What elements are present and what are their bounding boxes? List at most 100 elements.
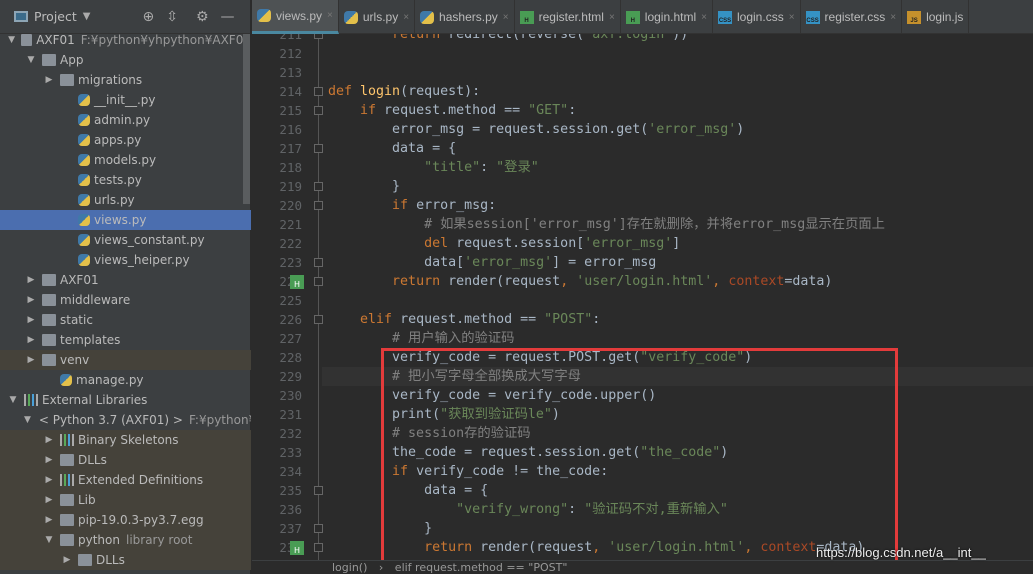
fold-marker-icon[interactable]: [314, 486, 323, 495]
collapse-icon[interactable]: ⇳: [166, 9, 178, 25]
expand-arrow-closed-icon[interactable]: ▶: [42, 475, 56, 485]
tree-item[interactable]: ▼ < Python 3.7 (AXF01) > F:¥python¥: [0, 410, 251, 430]
crosshair-icon[interactable]: ⊕: [142, 9, 154, 25]
tree-item[interactable]: views_constant.py: [0, 230, 251, 250]
code-token: "POST": [544, 312, 593, 327]
tree-item[interactable]: ▶ DLLs: [0, 550, 251, 570]
tree-item-label: Binary Skeletons: [78, 433, 179, 447]
tree-item[interactable]: ▶ venv: [0, 350, 251, 370]
fold-marker-icon[interactable]: [314, 543, 323, 552]
tree-item[interactable]: ▼ External Libraries: [0, 390, 251, 410]
expand-arrow-closed-icon[interactable]: ▶: [42, 455, 56, 465]
expand-arrow-open-icon[interactable]: ▼: [6, 35, 17, 45]
code-line: def login(request):: [328, 82, 480, 101]
tree-item[interactable]: ▶ DLLs: [0, 450, 251, 470]
tree-item[interactable]: ▶ middleware: [0, 290, 251, 310]
expand-arrow-closed-icon[interactable]: ▶: [24, 315, 38, 325]
code-token: ] = error_msg: [552, 255, 657, 270]
tree-item[interactable]: ▼ App: [0, 50, 251, 70]
tree-item[interactable]: manage.py: [0, 370, 251, 390]
close-tab-icon[interactable]: ×: [403, 12, 409, 23]
tab-register-html[interactable]: Hregister.html ×: [515, 0, 621, 34]
project-view-selector[interactable]: Project: [34, 9, 77, 24]
tree-item[interactable]: views.py: [0, 210, 251, 230]
fold-marker-icon[interactable]: [314, 201, 323, 210]
fold-marker-icon[interactable]: [314, 87, 323, 96]
expand-arrow-closed-icon[interactable]: ▶: [24, 335, 38, 345]
tree-item[interactable]: urls.py: [0, 190, 251, 210]
fold-marker-icon[interactable]: [314, 277, 323, 286]
html-template-link-icon[interactable]: H: [290, 541, 304, 555]
py-file-icon: [343, 10, 358, 24]
close-tab-icon[interactable]: ×: [701, 12, 707, 23]
tree-item[interactable]: models.py: [0, 150, 251, 170]
code-line: "title": "登录": [328, 158, 539, 177]
fold-marker-icon[interactable]: [314, 144, 323, 153]
fold-marker-icon[interactable]: [314, 258, 323, 267]
tab-register-css[interactable]: CSS register.css ×: [801, 0, 903, 34]
tree-item[interactable]: ▶ AXF01: [0, 270, 251, 290]
code-token: context: [728, 274, 785, 289]
code-token: return: [392, 274, 441, 289]
code-line: return render(request, 'user/login.html'…: [328, 272, 832, 291]
tree-item[interactable]: ▼ AXF01 F:¥python¥yhpython¥AXF01: [0, 30, 251, 50]
tree-item[interactable]: ▶ templates: [0, 330, 251, 350]
tree-item[interactable]: ▶ pip-19.0.3-py3.7.egg: [0, 510, 251, 530]
expand-arrow-closed-icon[interactable]: ▶: [42, 495, 56, 505]
tree-item[interactable]: admin.py: [0, 110, 251, 130]
tree-item[interactable]: ▶ static: [0, 310, 251, 330]
tree-item[interactable]: apps.py: [0, 130, 251, 150]
expand-arrow-open-icon[interactable]: ▼: [24, 55, 38, 65]
tree-item[interactable]: __init__.py: [0, 90, 251, 110]
html-template-link-icon[interactable]: H: [290, 275, 304, 289]
expand-arrow-closed-icon[interactable]: ▶: [24, 295, 38, 305]
line-number: 217: [279, 141, 302, 156]
tab-login-js[interactable]: JS login.js: [902, 0, 970, 34]
expand-arrow-open-icon[interactable]: ▼: [24, 415, 31, 425]
tab-label: urls.py: [362, 10, 399, 24]
python-file-icon: [78, 134, 90, 146]
breadcrumb-item-branch[interactable]: elif request.method == "POST": [395, 561, 568, 574]
folder-icon: [42, 354, 56, 366]
close-tab-icon[interactable]: ×: [503, 12, 509, 23]
fold-marker-icon[interactable]: [314, 182, 323, 191]
expand-arrow-closed-icon[interactable]: ▶: [24, 355, 38, 365]
fold-marker-icon[interactable]: [314, 106, 323, 115]
tree-item[interactable]: views_heiper.py: [0, 250, 251, 270]
tab-views-py[interactable]: views.py ×: [252, 0, 339, 34]
fold-marker-icon[interactable]: [314, 315, 323, 324]
tree-item[interactable]: ▶ Binary Skeletons: [0, 430, 251, 450]
expand-arrow-closed-icon[interactable]: ▶: [42, 75, 56, 85]
expand-arrow-closed-icon[interactable]: ▶: [60, 555, 74, 565]
tree-item[interactable]: ▶ Lib: [0, 490, 251, 510]
tab-login-html[interactable]: Hlogin.html ×: [621, 0, 713, 34]
tree-item-label: python: [78, 533, 120, 547]
tree-item-label: AXF01: [60, 273, 99, 287]
tree-item[interactable]: ▶ Extended Definitions: [0, 470, 251, 490]
minimize-icon[interactable]: —: [221, 9, 235, 25]
gear-icon[interactable]: ⚙: [196, 9, 209, 25]
expand-arrow-open-icon[interactable]: ▼: [42, 535, 56, 545]
tab-label: register.css: [824, 10, 886, 24]
tab-login-css[interactable]: CSS login.css ×: [713, 0, 801, 34]
expand-arrow-closed-icon[interactable]: ▶: [42, 515, 56, 525]
tab-hashers-py[interactable]: hashers.py ×: [415, 0, 515, 34]
close-tab-icon[interactable]: ×: [327, 10, 333, 21]
expand-arrow-open-icon[interactable]: ▼: [6, 395, 20, 405]
tab-label: login.html: [644, 10, 697, 24]
tab-urls-py[interactable]: urls.py ×: [339, 0, 416, 34]
folder-icon: [60, 74, 74, 86]
tree-item[interactable]: tests.py: [0, 170, 251, 190]
breadcrumb-item-function[interactable]: login(): [332, 561, 367, 574]
expand-arrow-closed-icon[interactable]: ▶: [42, 435, 56, 445]
chevron-down-icon[interactable]: ▼: [83, 11, 91, 22]
close-tab-icon[interactable]: ×: [890, 12, 896, 23]
fold-marker-icon[interactable]: [314, 524, 323, 533]
tree-scrollbar[interactable]: [243, 34, 250, 204]
close-tab-icon[interactable]: ×: [609, 12, 615, 23]
close-tab-icon[interactable]: ×: [789, 12, 795, 23]
fold-marker-icon[interactable]: [314, 34, 323, 39]
expand-arrow-closed-icon[interactable]: ▶: [24, 275, 38, 285]
tree-item[interactable]: ▼ python library root: [0, 530, 251, 550]
tree-item[interactable]: ▶ migrations: [0, 70, 251, 90]
